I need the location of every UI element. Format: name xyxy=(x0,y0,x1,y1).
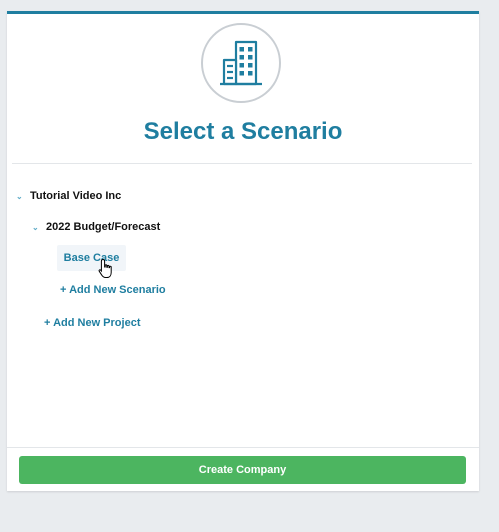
add-project-link[interactable]: + Add New Project xyxy=(44,317,140,329)
chevron-down-icon[interactable]: ⌄ xyxy=(32,223,46,232)
chevron-down-icon[interactable]: ⌄ xyxy=(16,192,30,201)
tree-item-company[interactable]: ⌄ Tutorial Video Inc xyxy=(16,190,121,202)
page-title: Select a Scenario xyxy=(143,118,343,145)
scenario-item-base-case[interactable]: Base Case xyxy=(57,245,126,271)
building-icon xyxy=(220,40,262,86)
add-scenario-link[interactable]: + Add New Scenario xyxy=(60,284,166,296)
create-company-button[interactable]: Create Company xyxy=(19,456,466,484)
company-logo xyxy=(201,23,281,103)
hand-cursor-icon xyxy=(98,258,112,278)
company-label: Tutorial Video Inc xyxy=(30,190,122,202)
tree-item-project[interactable]: ⌄ 2022 Budget/Forecast xyxy=(32,221,160,233)
project-label: 2022 Budget/Forecast xyxy=(46,221,161,233)
header-divider xyxy=(12,163,472,164)
footer-divider xyxy=(7,447,479,448)
scenario-selector-panel: Select a Scenario ⌄ Tutorial Video Inc ⌄… xyxy=(7,11,479,491)
